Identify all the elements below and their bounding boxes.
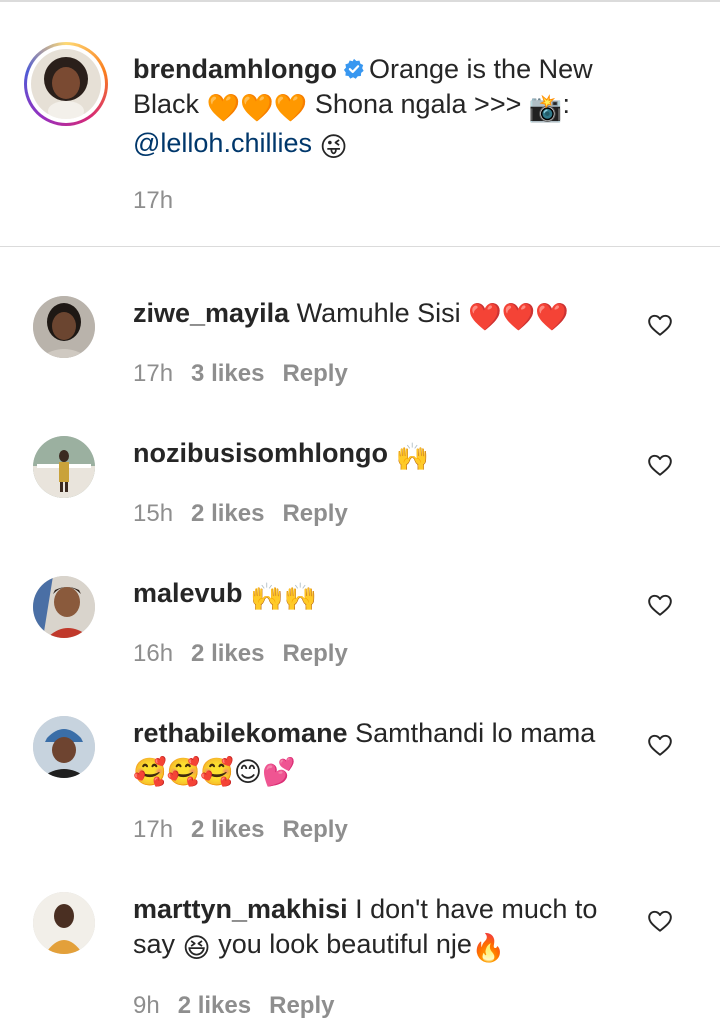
reply-button[interactable]: Reply bbox=[282, 360, 347, 387]
caption-avatar-story-ring[interactable] bbox=[24, 42, 108, 126]
like-heart-icon[interactable] bbox=[647, 452, 673, 478]
like-heart-icon[interactable] bbox=[647, 312, 673, 338]
comment-username[interactable]: rethabilekomane bbox=[133, 718, 348, 748]
caption-username[interactable]: brendamhlongo bbox=[133, 54, 337, 84]
reply-button[interactable]: Reply bbox=[282, 816, 347, 843]
comment-meta: 17h 2 likes Reply bbox=[133, 816, 366, 844]
comment-username[interactable]: malevub bbox=[133, 578, 243, 608]
avatar[interactable] bbox=[33, 296, 95, 358]
avatar[interactable] bbox=[33, 892, 95, 954]
comment-username[interactable]: marttyn_makhisi bbox=[133, 894, 348, 924]
comment-timestamp: 9h bbox=[133, 992, 160, 1019]
mention-link[interactable]: @lelloh.chillies bbox=[133, 128, 312, 158]
comment-meta: 16h 2 likes Reply bbox=[133, 640, 366, 668]
comment-text: malevub 🙌🙌 bbox=[133, 576, 613, 615]
comment-text: nozibusisomhlongo 🙌 bbox=[133, 436, 613, 475]
avatar[interactable] bbox=[33, 576, 95, 638]
raising-hands-emoji: 🙌🙌 bbox=[250, 582, 318, 612]
comment-timestamp: 16h bbox=[133, 640, 174, 667]
avatar bbox=[31, 49, 101, 119]
comment-username[interactable]: ziwe_mayila bbox=[133, 298, 289, 328]
post-caption: brendamhlongo Orange is the New Black 🧡🧡🧡… bbox=[0, 2, 720, 247]
comment-meta: 15h 2 likes Reply bbox=[133, 500, 366, 528]
caption-text: brendamhlongo Orange is the New Black 🧡🧡🧡… bbox=[133, 52, 603, 165]
camera-emoji: 📸 bbox=[528, 93, 563, 123]
caption-meta: 17h bbox=[133, 187, 191, 215]
smiling-hearts-emoji: 🥰🥰🥰😊💕 bbox=[133, 757, 296, 787]
comment-meta: 17h 3 likes Reply bbox=[133, 360, 366, 388]
comment-meta: 9h 2 likes Reply bbox=[133, 992, 352, 1020]
orange-hearts-emoji: 🧡🧡🧡 bbox=[206, 93, 308, 123]
like-heart-icon[interactable] bbox=[647, 908, 673, 934]
reply-button[interactable]: Reply bbox=[269, 992, 334, 1019]
comment-timestamp: 17h bbox=[133, 816, 174, 843]
fire-emoji: 🔥 bbox=[471, 933, 506, 963]
likes-count[interactable]: 2 likes bbox=[178, 992, 251, 1019]
comment-timestamp: 15h bbox=[133, 500, 174, 527]
comment-text: rethabilekomane Samthandi lo mama 🥰🥰🥰😊💕 bbox=[133, 716, 613, 790]
caption-timestamp: 17h bbox=[133, 187, 174, 214]
red-hearts-emoji: ❤️❤️❤️ bbox=[468, 302, 570, 332]
caption-divider bbox=[0, 246, 720, 247]
comment-timestamp: 17h bbox=[133, 360, 174, 387]
like-heart-icon[interactable] bbox=[647, 732, 673, 758]
comment-text: ziwe_mayila Wamuhle Sisi ❤️❤️❤️ bbox=[133, 296, 613, 335]
likes-count[interactable]: 2 likes bbox=[191, 640, 264, 667]
avatar[interactable] bbox=[33, 436, 95, 498]
verified-badge-icon bbox=[343, 54, 365, 79]
avatar[interactable] bbox=[33, 716, 95, 778]
laughing-emoji: 😆 bbox=[182, 933, 211, 963]
reply-button[interactable]: Reply bbox=[282, 500, 347, 527]
comment-username[interactable]: nozibusisomhlongo bbox=[133, 438, 388, 468]
likes-count[interactable]: 2 likes bbox=[191, 500, 264, 527]
reply-button[interactable]: Reply bbox=[282, 640, 347, 667]
like-heart-icon[interactable] bbox=[647, 592, 673, 618]
likes-count[interactable]: 2 likes bbox=[191, 816, 264, 843]
comment-text: marttyn_makhisi I don't have much to say… bbox=[133, 892, 623, 966]
raising-hands-emoji: 🙌 bbox=[395, 442, 430, 472]
likes-count[interactable]: 3 likes bbox=[191, 360, 264, 387]
wink-emoji: 😜 bbox=[319, 132, 348, 162]
